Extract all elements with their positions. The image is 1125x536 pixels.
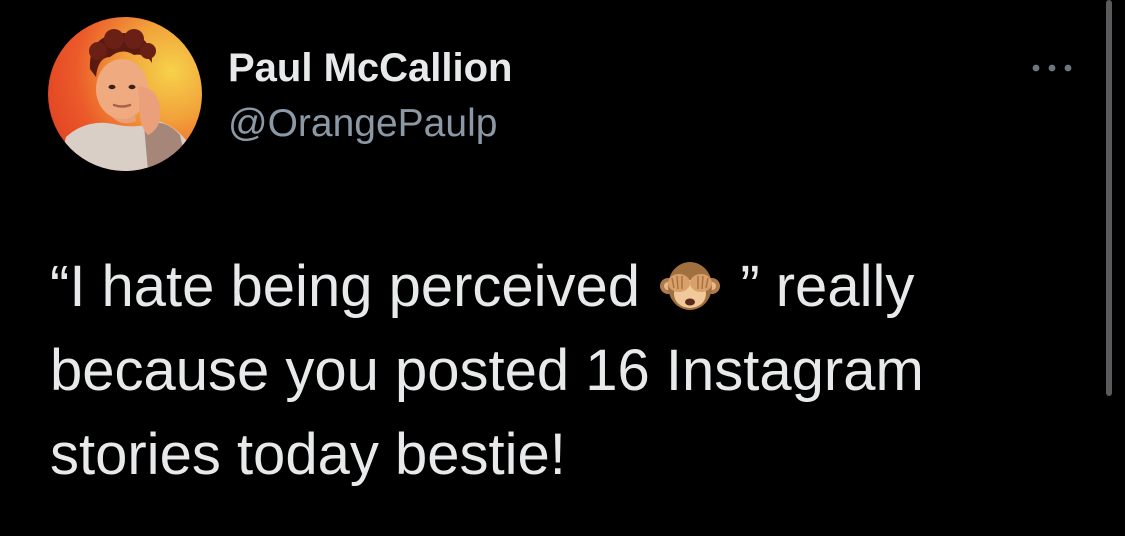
- tweet-text-segment: ” really: [740, 254, 915, 319]
- scrollbar[interactable]: [1106, 0, 1112, 396]
- see-no-evil-monkey-icon: [660, 255, 721, 315]
- tweet-line-1: “I hate being perceived ” really: [50, 245, 1090, 329]
- tweet-line-2: because you posted 16 Instagram: [50, 338, 924, 403]
- author-display-name[interactable]: Paul McCallion: [228, 42, 513, 94]
- more-options-icon[interactable]: [1028, 56, 1076, 80]
- author-handle[interactable]: @OrangePaulp: [228, 98, 497, 150]
- tweet-text-segment: “I hate being perceived: [50, 254, 641, 319]
- tweet-line-3: stories today bestie!: [50, 422, 566, 487]
- tweet-card: Paul McCallion @OrangePaulp “I hate bein…: [0, 0, 1125, 536]
- author-avatar[interactable]: [48, 17, 202, 171]
- avatar-photo: [58, 29, 198, 171]
- tweet-text: “I hate being perceived ” really because…: [50, 245, 1090, 497]
